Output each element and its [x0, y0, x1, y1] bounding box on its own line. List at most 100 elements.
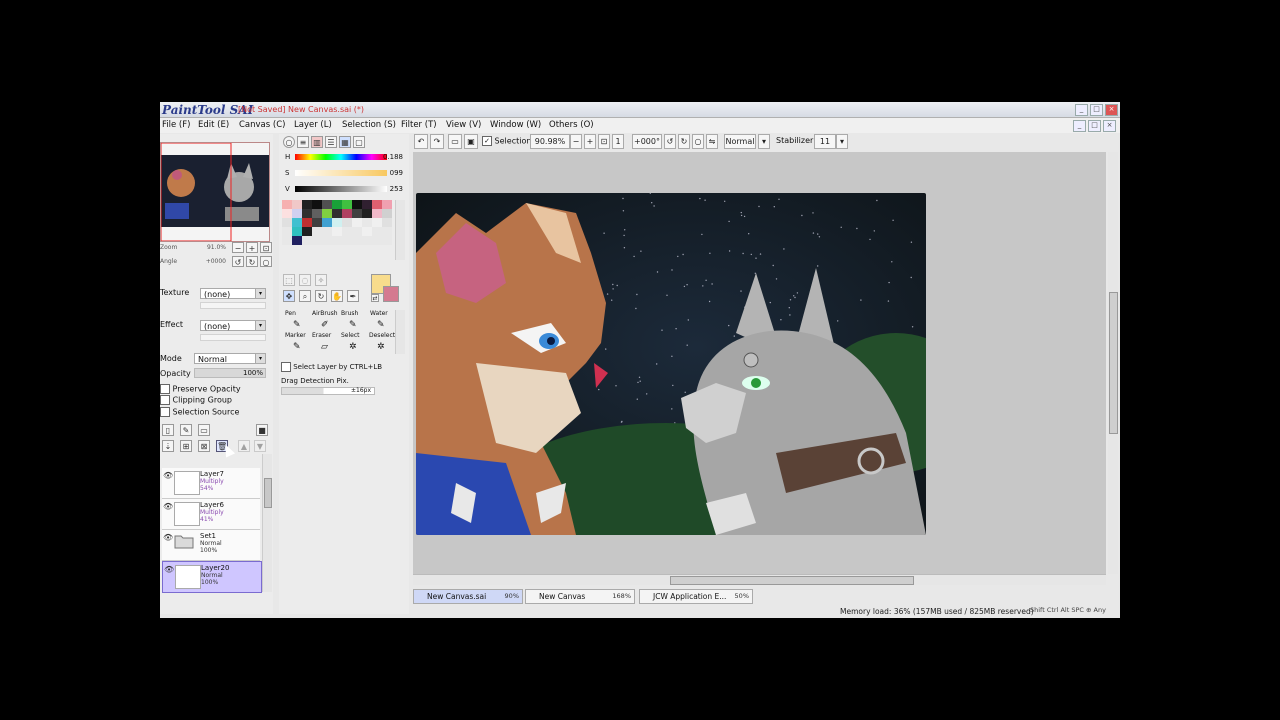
color-swatch[interactable] — [342, 227, 352, 236]
canvas-horizontal-scrollbar[interactable] — [413, 574, 1106, 585]
layer-up-icon[interactable]: ▲ — [238, 440, 250, 452]
scratchpad-icon[interactable]: ▢ — [353, 136, 365, 148]
rect-select-icon[interactable]: ⬚ — [283, 274, 295, 286]
selection-source-checkbox[interactable] — [160, 407, 170, 417]
color-swatch[interactable] — [382, 218, 392, 227]
layer-row-selected[interactable]: 👁 Layer20 Normal 100% — [162, 561, 262, 593]
rotate-right-icon[interactable]: ↻ — [678, 134, 690, 149]
color-swatch[interactable] — [312, 218, 322, 227]
color-swatch[interactable] — [292, 218, 302, 227]
lasso-icon[interactable]: ◌ — [299, 274, 311, 286]
new-folder-icon[interactable]: ▭ — [198, 424, 210, 436]
zoom-reset-icon[interactable]: 1 — [612, 134, 624, 149]
menu-selection[interactable]: Selection (S) — [342, 120, 396, 130]
clear-layer-icon[interactable]: ⊠ — [198, 440, 210, 452]
transfer-down-icon[interactable]: ⇣ — [162, 440, 174, 452]
color-swatch[interactable] — [322, 218, 332, 227]
tool-deselect[interactable]: Deselect — [369, 332, 395, 339]
menu-layer[interactable]: Layer (L) — [294, 120, 332, 130]
rotation-field[interactable]: +000° — [632, 134, 662, 149]
layer-row[interactable]: 👁 Layer7 Multiply 54% — [162, 468, 260, 499]
color-swatch[interactable] — [332, 227, 342, 236]
zoom-out-icon[interactable]: − — [570, 134, 582, 149]
color-swatch[interactable] — [342, 209, 352, 218]
maximize-button[interactable]: □ — [1090, 104, 1103, 116]
tool-select[interactable]: Select — [341, 332, 360, 339]
tab-new-canvas[interactable]: New Canvas 168% — [525, 589, 635, 604]
color-swatch[interactable] — [302, 227, 312, 236]
color-swatch[interactable] — [312, 200, 322, 209]
color-swatch[interactable] — [332, 209, 342, 218]
canvas-area[interactable] — [413, 152, 1106, 574]
menu-view[interactable]: View (V) — [446, 120, 481, 130]
invert-selection-icon[interactable]: ▣ — [464, 134, 478, 149]
color-swatch[interactable] — [282, 227, 292, 236]
navigator-preview[interactable] — [160, 142, 270, 242]
swatches-icon[interactable]: ▦ — [339, 136, 351, 148]
color-swatch[interactable] — [362, 227, 372, 236]
rgb-slider-icon[interactable]: ≡ — [297, 136, 309, 148]
nav-fit-icon[interactable]: ⊡ — [260, 242, 272, 253]
color-swatch[interactable] — [342, 218, 352, 227]
canvas-vertical-scrollbar[interactable] — [1108, 152, 1118, 574]
color-swatch[interactable] — [362, 218, 372, 227]
color-swatch[interactable] — [282, 236, 292, 245]
color-swatch[interactable] — [372, 200, 382, 209]
color-swatch[interactable] — [382, 209, 392, 218]
color-swatch[interactable] — [302, 200, 312, 209]
tool-eraser[interactable]: Eraser — [312, 332, 331, 339]
zoom-slider[interactable]: Zoom 91.0% — [160, 244, 226, 254]
artwork-canvas[interactable] — [416, 193, 926, 535]
nav-zoom-out-icon[interactable]: − — [232, 242, 244, 253]
color-swatch[interactable] — [292, 200, 302, 209]
color-swatch[interactable] — [312, 209, 322, 218]
blend-mode-select[interactable]: Normal — [724, 134, 756, 149]
hue-slider[interactable]: H 0.188 — [285, 152, 403, 164]
color-swatch[interactable] — [292, 227, 302, 236]
move-icon[interactable]: ✥ — [283, 290, 295, 302]
color-swatch[interactable] — [362, 236, 372, 245]
select-layer-checkbox[interactable] — [281, 362, 291, 372]
color-swatch[interactable] — [282, 218, 292, 227]
selection-checkbox[interactable]: ✓ — [482, 136, 492, 146]
menu-file[interactable]: File (F) — [162, 120, 190, 130]
preserve-opacity-checkbox[interactable] — [160, 384, 170, 394]
rotate-left-icon[interactable]: ↺ — [664, 134, 676, 149]
clipping-group-checkbox[interactable] — [160, 395, 170, 405]
color-swatch[interactable] — [352, 200, 362, 209]
texture-select[interactable]: (none) ▾ — [200, 288, 266, 299]
zoom-fit-icon[interactable]: ⊡ — [598, 134, 610, 149]
magic-wand-icon[interactable]: ✧ — [315, 274, 327, 286]
drag-detection-slider[interactable]: ±16px — [281, 387, 375, 395]
rotate-tool-icon[interactable]: ↻ — [315, 290, 327, 302]
color-swatch[interactable] — [342, 200, 352, 209]
clipping-group-option[interactable]: Clipping Group — [160, 395, 232, 405]
new-linework-layer-icon[interactable]: ✎ — [180, 424, 192, 436]
opacity-slider[interactable]: 100% — [194, 368, 266, 378]
deselect-icon[interactable]: ▭ — [448, 134, 462, 149]
color-swatch[interactable] — [372, 236, 382, 245]
visibility-eye-icon[interactable]: 👁 — [163, 502, 173, 511]
color-swatch[interactable] — [362, 209, 372, 218]
tab-new-canvas-sai[interactable]: New Canvas.sai 90% — [413, 589, 523, 604]
color-swatch[interactable] — [372, 209, 382, 218]
tab-jcw-application[interactable]: JCW Application E... 50% — [639, 589, 753, 604]
select-layer-option[interactable]: Select Layer by CTRL+LB — [281, 362, 382, 372]
color-swatch[interactable] — [382, 200, 392, 209]
color-swatch[interactable] — [302, 236, 312, 245]
color-swatch[interactable] — [352, 227, 362, 236]
layer-folder-row[interactable]: 👁 Set1 Normal 100% — [162, 530, 260, 561]
color-swatch[interactable] — [382, 227, 392, 236]
swatches-scrollbar[interactable] — [395, 200, 405, 260]
color-swatch[interactable] — [312, 227, 322, 236]
selection-toggle[interactable]: ✓ Selection — [482, 136, 531, 146]
mdi-close-button[interactable]: × — [1103, 120, 1116, 132]
color-swatch[interactable] — [372, 218, 382, 227]
layer-list-scrollbar[interactable] — [262, 454, 272, 592]
redo-icon[interactable]: ↷ — [430, 134, 444, 149]
nav-rotate-right-icon[interactable]: ↻ — [246, 256, 258, 267]
swap-colors-icon[interactable]: ⇄ — [371, 294, 379, 302]
stabilizer-dropdown-icon[interactable]: ▾ — [836, 134, 848, 149]
stabilizer-select[interactable]: 11 — [814, 134, 836, 149]
color-swatch[interactable] — [292, 209, 302, 218]
